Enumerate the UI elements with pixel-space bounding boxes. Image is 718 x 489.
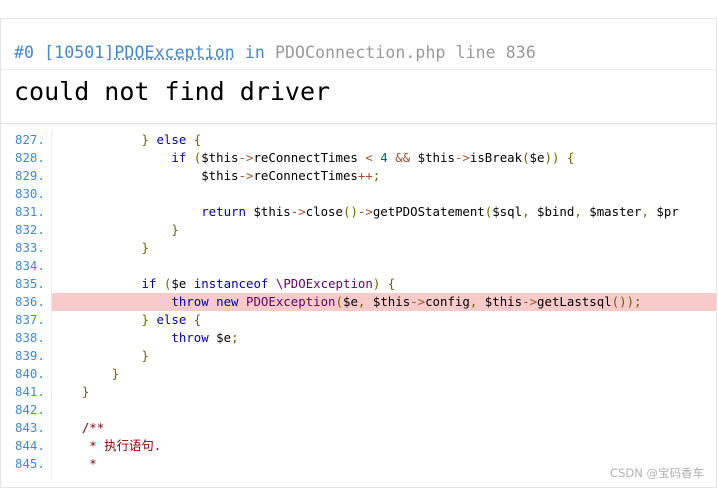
header-divider [1,69,716,70]
line-code: $this->reConnectTimes++; [201,168,381,183]
exception-panel: #0 [10501]PDOException in PDOConnection.… [0,18,717,488]
code-line: 832. } [1,221,716,239]
line-number: 830. [15,186,45,201]
line-number: 843. [15,420,45,435]
line-code: } else { [141,312,202,327]
code-line: 838. throw $e; [1,329,716,347]
line-number: 836. [15,294,45,309]
line-code: } [141,240,149,255]
line-code: throw new PDOException($e, $this->config… [52,293,716,311]
line-code: } [81,384,90,399]
line-code: if ($e instanceof \PDOException) { [141,276,396,291]
line-code: throw $e; [171,330,239,345]
code-line: 834. [1,257,716,275]
exception-in-word: in [244,43,265,62]
line-code: if ($this->reConnectTimes < 4 && $this->… [171,150,575,165]
code-line: 833. } [1,239,716,257]
code-line: 840. } [1,365,716,383]
code-line: 829. $this->reConnectTimes++; [1,167,716,185]
code-line: 839. } [1,347,716,365]
line-number: 837. [15,312,45,327]
line-number: 838. [15,330,45,345]
line-number: 842. [15,402,45,417]
line-number: 840. [15,366,45,381]
line-number: 841. [15,384,45,399]
code-line: 841. } [1,383,716,401]
watermark: CSDN @宝码香车 [610,466,704,480]
exception-class-link[interactable]: PDOException [114,43,234,62]
code-line: 828. if ($this->reConnectTimes < 4 && $t… [1,149,716,167]
line-number: 844. [15,438,45,453]
line-number: 834. [15,258,45,273]
exception-code: [10501] [44,43,115,62]
line-code: * 执行语句. [52,438,162,453]
code-line: 837. } else { [1,311,716,329]
exception-message: could not find driver [14,77,331,106]
exception-index: #0 [14,43,35,62]
code-line-highlighted: 836. throw new PDOException($e, $this->c… [1,293,716,311]
line-code: } [141,348,149,363]
line-code: } else { [141,132,202,147]
exception-line-number: 836 [505,43,536,62]
line-number: 827. [15,132,45,147]
exception-header: #0 [10501]PDOException in PDOConnection.… [1,19,716,124]
code-line: 845. * [1,455,716,473]
line-number: 835. [15,276,45,291]
line-number: 828. [15,150,45,165]
line-code: } [171,222,179,237]
code-line: 827. } else { [1,131,716,149]
code-line: 842. [1,401,716,419]
code-line: 830. [1,185,716,203]
line-number: 829. [15,168,45,183]
line-code: } [111,366,120,381]
line-number: 833. [15,240,45,255]
line-number: 831. [15,204,45,219]
exception-line-word: line [455,43,496,62]
code-line: 835. if ($e instanceof \PDOException) { [1,275,716,293]
line-code: /** [52,420,105,435]
line-number: 839. [15,348,45,363]
code-line: 843. /** [1,419,716,437]
code-line: 844. * 执行语句. [1,437,716,455]
line-number: 832. [15,222,45,237]
source-code-view: 827. } else {828. if ($this->reConnectTi… [1,131,716,479]
line-number: 845. [15,456,45,471]
line-code: return $this->close()->getPDOStatement($… [201,204,679,219]
code-lines: 827. } else {828. if ($this->reConnectTi… [1,131,716,473]
exception-location: #0 [10501]PDOException in PDOConnection.… [14,43,536,62]
code-line: 831. return $this->close()->getPDOStatem… [1,203,716,221]
exception-file: PDOConnection.php [274,43,446,62]
